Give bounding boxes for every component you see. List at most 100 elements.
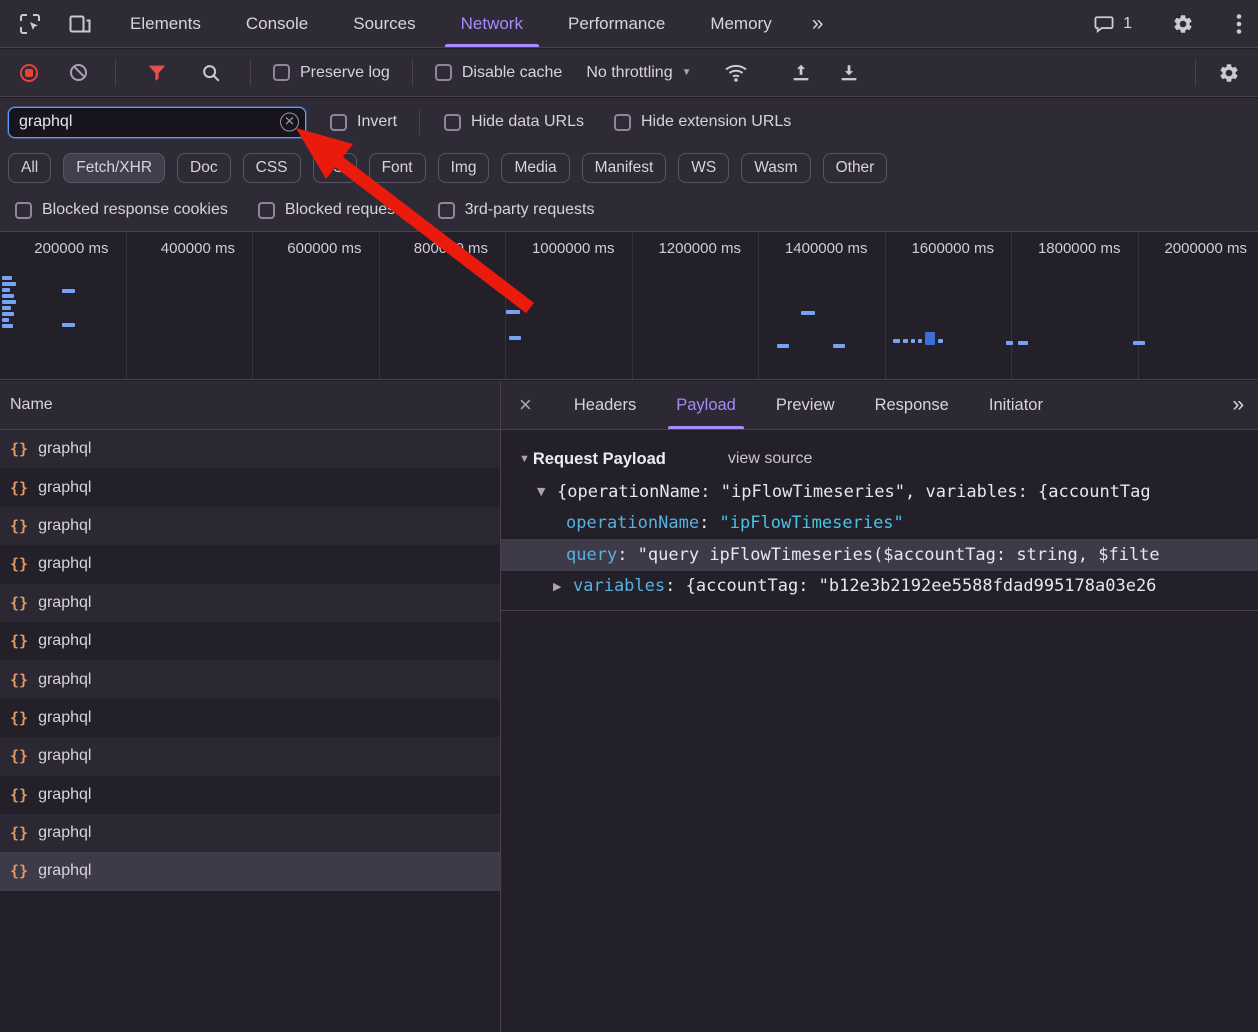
- network-overview-timeline[interactable]: 200000 ms400000 ms600000 ms800000 ms1000…: [0, 231, 1258, 380]
- waterfall-bar: [2, 306, 11, 310]
- detail-tab-payload[interactable]: Payload: [676, 381, 736, 429]
- payload-row[interactable]: query: "query ipFlowTimeseries($accountT…: [501, 539, 1258, 571]
- waterfall-bar: [1133, 341, 1145, 345]
- collapsed-arrow-icon[interactable]: ▶: [553, 580, 573, 593]
- expanded-arrow-icon[interactable]: ▼: [537, 485, 557, 498]
- more-detail-tabs-icon[interactable]: »: [1232, 393, 1244, 417]
- section-title: Request Payload: [533, 450, 666, 469]
- json-braces-icon: {}: [10, 671, 28, 689]
- waterfall-bar: [2, 288, 10, 292]
- checkbox-label: Disable cache: [462, 64, 563, 82]
- tab-console[interactable]: Console: [246, 0, 308, 47]
- request-row[interactable]: {}graphql: [0, 660, 500, 698]
- request-details-panel: × Headers Payload Preview Response Initiator…: [501, 381, 1258, 1032]
- filter-chip-js[interactable]: JS: [313, 153, 357, 183]
- clear-network-log-icon[interactable]: [70, 64, 87, 81]
- filter-chip-wasm[interactable]: Wasm: [741, 153, 810, 183]
- detail-tab-initiator[interactable]: Initiator: [989, 381, 1043, 429]
- tab-network[interactable]: Network: [461, 0, 523, 47]
- filter-chip-doc[interactable]: Doc: [177, 153, 231, 183]
- clear-filter-icon[interactable]: ✕: [280, 113, 299, 132]
- import-har-icon[interactable]: [788, 60, 814, 86]
- message-bubble-icon: [1092, 13, 1116, 35]
- request-row[interactable]: {}graphql: [0, 776, 500, 814]
- filter-chip-ws[interactable]: WS: [678, 153, 729, 183]
- expanded-arrow-icon[interactable]: ▼: [519, 453, 530, 465]
- payload-panel: ▼ Request Payload view source ▼ {operati…: [501, 430, 1258, 1032]
- checkbox-3rd-party-requests[interactable]: 3rd-party requests: [438, 201, 595, 219]
- request-row[interactable]: {}graphql: [0, 584, 500, 622]
- preserve-log-checkbox[interactable]: Preserve log: [273, 64, 390, 82]
- checkbox-icon: [435, 64, 452, 81]
- request-row[interactable]: {}graphql: [0, 622, 500, 660]
- filter-chip-all[interactable]: All: [8, 153, 51, 183]
- timeline-tick: 800000 ms: [380, 232, 507, 379]
- filter-chip-other[interactable]: Other: [823, 153, 888, 183]
- payload-value: {accountTag: "b12e3b2192ee5588fdad995178…: [686, 576, 1157, 596]
- filter-chip-css[interactable]: CSS: [243, 153, 301, 183]
- filter-funnel-icon[interactable]: [144, 60, 170, 86]
- waterfall-bar: [62, 289, 75, 293]
- console-messages-button[interactable]: 1: [1092, 13, 1132, 35]
- waterfall-bar: [911, 339, 915, 343]
- request-name: graphql: [38, 594, 91, 612]
- request-name: graphql: [38, 747, 91, 765]
- detail-tab-response[interactable]: Response: [875, 381, 949, 429]
- request-row[interactable]: {}graphql: [0, 699, 500, 737]
- request-row[interactable]: {}graphql: [0, 507, 500, 545]
- close-details-icon[interactable]: ×: [519, 392, 532, 418]
- network-filter-input[interactable]: [8, 107, 306, 138]
- waterfall-bar: [903, 339, 908, 343]
- settings-gear-icon[interactable]: [1170, 11, 1196, 37]
- throttling-select[interactable]: No throttling ▼: [586, 64, 691, 82]
- waterfall-bar: [2, 300, 16, 304]
- invert-checkbox[interactable]: Invert: [330, 113, 397, 131]
- divider: [412, 60, 413, 86]
- request-row[interactable]: {}graphql: [0, 545, 500, 583]
- waterfall-bar: [2, 276, 12, 280]
- chevron-down-icon: ▼: [682, 67, 692, 78]
- detail-tab-preview[interactable]: Preview: [776, 381, 835, 429]
- network-conditions-icon[interactable]: [722, 59, 750, 87]
- waterfall-bar: [893, 339, 900, 343]
- request-row[interactable]: {}graphql: [0, 852, 500, 890]
- tab-memory[interactable]: Memory: [710, 0, 771, 47]
- detail-tab-headers[interactable]: Headers: [574, 381, 636, 429]
- tab-performance[interactable]: Performance: [568, 0, 665, 47]
- request-payload-section[interactable]: ▼ Request Payload view source: [501, 442, 1258, 476]
- checkbox-blocked-requests[interactable]: Blocked requests: [258, 201, 408, 219]
- request-row[interactable]: {}graphql: [0, 814, 500, 852]
- filter-chip-img[interactable]: Img: [438, 153, 490, 183]
- export-har-icon[interactable]: [836, 60, 862, 86]
- inspect-element-icon[interactable]: [16, 10, 44, 38]
- kebab-menu-icon[interactable]: [1234, 11, 1244, 37]
- devtools-window: Elements Console Sources Network Performance…: [0, 0, 1258, 1032]
- hide-extension-urls-checkbox[interactable]: Hide extension URLs: [614, 113, 791, 131]
- network-settings-gear-icon[interactable]: [1216, 60, 1242, 86]
- filter-chip-manifest[interactable]: Manifest: [582, 153, 667, 183]
- more-panels-icon[interactable]: »: [812, 12, 824, 36]
- json-braces-icon: {}: [10, 479, 28, 497]
- filter-chip-media[interactable]: Media: [501, 153, 569, 183]
- waterfall-bar: [62, 323, 75, 327]
- device-toolbar-icon[interactable]: [66, 10, 94, 38]
- payload-summary-row[interactable]: ▼ {operationName: "ipFlowTimeseries", va…: [501, 476, 1258, 508]
- record-network-log-icon[interactable]: [20, 64, 38, 82]
- payload-colon: :: [617, 545, 637, 565]
- search-icon[interactable]: [198, 60, 224, 86]
- view-source-link[interactable]: view source: [728, 450, 812, 468]
- disable-cache-checkbox[interactable]: Disable cache: [435, 64, 563, 82]
- checkbox-blocked-response-cookies[interactable]: Blocked response cookies: [15, 201, 228, 219]
- request-row[interactable]: {}graphql: [0, 430, 500, 468]
- filter-chip-fetch-xhr[interactable]: Fetch/XHR: [63, 153, 165, 183]
- payload-row[interactable]: operationName: "ipFlowTimeseries": [501, 508, 1258, 540]
- request-row[interactable]: {}graphql: [0, 737, 500, 775]
- name-column-header[interactable]: Name: [0, 381, 500, 430]
- filter-chip-font[interactable]: Font: [369, 153, 426, 183]
- request-list: {}graphql{}graphql{}graphql{}graphql{}gr…: [0, 430, 500, 1032]
- tab-sources[interactable]: Sources: [353, 0, 415, 47]
- request-row[interactable]: {}graphql: [0, 468, 500, 506]
- hide-data-urls-checkbox[interactable]: Hide data URLs: [444, 113, 584, 131]
- payload-row[interactable]: ▶variables: {accountTag: "b12e3b2192ee55…: [501, 571, 1258, 603]
- tab-elements[interactable]: Elements: [130, 0, 201, 47]
